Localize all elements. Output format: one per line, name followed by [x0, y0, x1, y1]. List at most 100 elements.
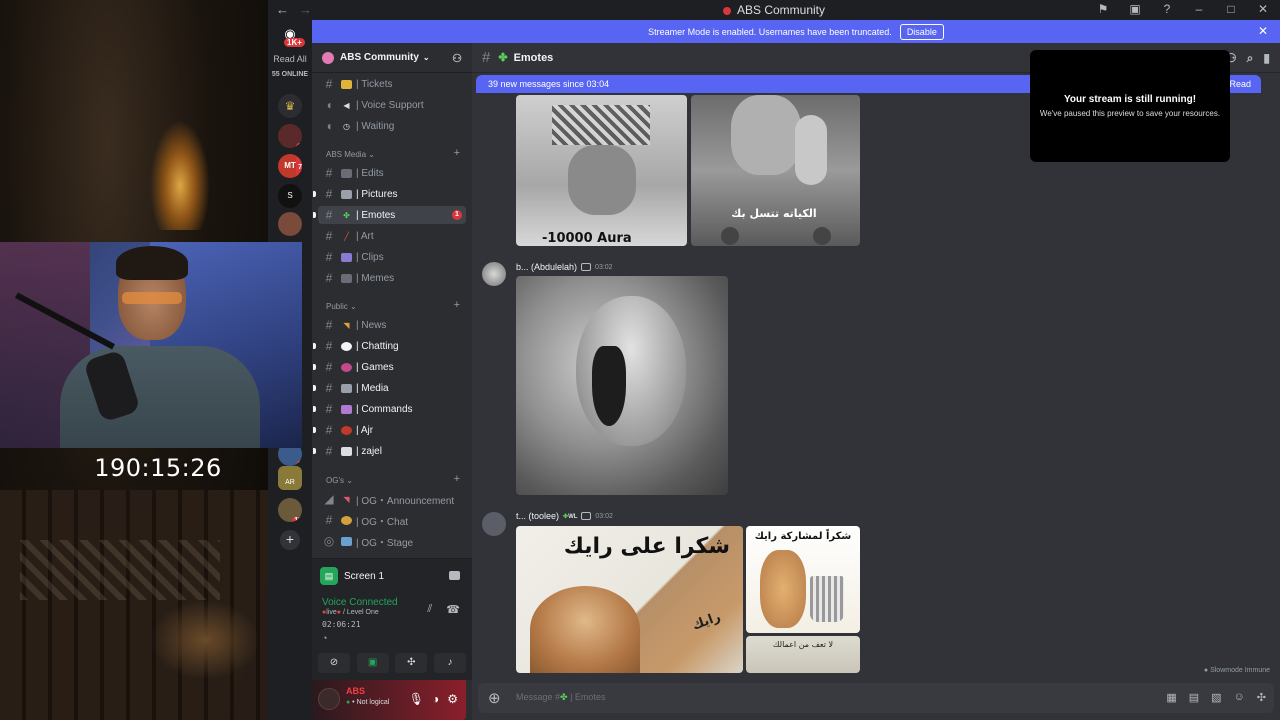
channel-art[interactable]: # ╱ | Art	[318, 227, 466, 245]
channel-news[interactable]: # ◥ | News	[318, 316, 466, 334]
participant-avatar[interactable]: ◔	[322, 633, 327, 643]
channel-media[interactable]: # | Media	[313, 379, 466, 397]
microphone-icon[interactable]: 🎙	[409, 692, 424, 706]
message-image[interactable]: شكراً لمشاركة رايك	[746, 526, 860, 633]
channel-og-stage[interactable]: ◎ | OG・Stage	[318, 532, 466, 550]
speaker-icon: ◖	[325, 119, 333, 133]
server-initials: MT	[284, 161, 296, 170]
ajr-emoji-icon	[341, 425, 352, 435]
role-icon	[581, 263, 592, 271]
avatar[interactable]	[482, 262, 506, 286]
emoji-icon[interactable]: ☺	[1234, 691, 1245, 704]
voice-channel-label[interactable]: ●live● / Level One	[322, 609, 379, 616]
avatar[interactable]	[482, 512, 506, 536]
server-icon[interactable]: S	[278, 184, 302, 208]
server-icon[interactable]: MT 7	[278, 154, 302, 178]
server-icon[interactable]: 18	[278, 498, 302, 522]
category-abs-media[interactable]: ABS Media ⌄	[326, 150, 375, 159]
voice-buttons: ⊘ ▣ ✣ ♪	[318, 653, 466, 673]
channel-chatting[interactable]: # | Chatting	[313, 337, 466, 355]
channel-commands[interactable]: # | Commands	[313, 400, 466, 418]
channel-voice-support[interactable]: ◖ ◀ | Voice Support	[318, 96, 466, 114]
add-server-icon[interactable]: +	[280, 530, 300, 550]
category-og[interactable]: OG's ⌄	[326, 476, 353, 485]
message-image[interactable]: -10000 Aura	[516, 95, 687, 246]
add-member-icon[interactable]: ⚇	[452, 52, 462, 65]
speaker-emoji-icon: ◀	[343, 100, 350, 110]
stop-screen-icon[interactable]	[449, 571, 460, 580]
screen-share-icon[interactable]: ▣	[356, 653, 389, 673]
add-channel-icon[interactable]: +	[454, 473, 460, 485]
minimize-icon[interactable]: –	[1192, 2, 1206, 16]
noise-suppression-icon[interactable]: ⫽	[427, 603, 432, 616]
channel-pictures[interactable]: # | Pictures	[313, 185, 466, 203]
image-caption: رايك	[690, 609, 723, 634]
screen-share-row[interactable]: ▤ Screen 1	[320, 567, 384, 585]
server-badge: 7	[296, 156, 302, 178]
disable-button[interactable]: Disable	[899, 23, 944, 40]
message-input-placeholder[interactable]: Message #✤ | Emotes	[516, 692, 605, 703]
trash-can-shape	[810, 576, 844, 622]
channel-waiting[interactable]: ◖ ◷ | Waiting	[318, 117, 466, 135]
channel-og-chat[interactable]: # | OG・Chat	[318, 511, 466, 529]
activities-icon[interactable]: ✣	[395, 653, 428, 673]
channel-edits[interactable]: # | Edits	[318, 164, 466, 182]
lantern-image	[150, 120, 210, 230]
stream-preview-popup[interactable]: Your stream is still running! We've paus…	[1030, 50, 1230, 162]
add-attachment-icon[interactable]: ⊕	[488, 689, 501, 707]
avatar[interactable]	[318, 688, 340, 710]
channel-clips[interactable]: # | Clips	[318, 248, 466, 266]
message-image[interactable]	[516, 276, 728, 495]
help-icon[interactable]: ?	[1160, 2, 1174, 16]
channel-sidebar: ABS Community ⌄ ⚇ # | Tickets ◖ ◀ | Voice S…	[312, 43, 472, 720]
server-icon[interactable]: 1	[278, 124, 302, 148]
unread-pip	[313, 385, 316, 391]
gift-icon[interactable]: ▦	[1166, 691, 1176, 704]
channel-tickets[interactable]: # | Tickets	[318, 75, 466, 93]
username[interactable]: ABS	[346, 686, 365, 696]
gear-icon[interactable]: ⚙	[447, 692, 458, 706]
channel-games[interactable]: # | Games	[313, 358, 466, 376]
sticker-icon[interactable]: ▧	[1211, 691, 1221, 704]
message-author[interactable]: t... (toolee)	[516, 511, 559, 521]
channel-label: | News	[356, 319, 387, 331]
read-all-button[interactable]: Read All	[268, 54, 312, 64]
disconnect-icon[interactable]: ☎	[446, 603, 460, 616]
channel-label: | Memes	[356, 272, 395, 284]
maximize-icon[interactable]: □	[1224, 2, 1238, 16]
hash-icon: #	[325, 339, 333, 353]
channel-og-announcement[interactable]: ◢ ◥ | OG・Announcement	[318, 490, 466, 508]
screen-share-icon[interactable]: ▣	[1128, 2, 1142, 16]
close-icon[interactable]: ✕	[1258, 24, 1268, 38]
server-icon[interactable]	[278, 212, 302, 236]
hash-icon: #	[482, 49, 491, 66]
guild-header[interactable]: ABS Community ⌄ ⚇	[312, 43, 472, 73]
bookmark-icon[interactable]: ▮	[1263, 51, 1270, 66]
message-author[interactable]: b... (Abdulelah)	[516, 262, 577, 272]
message-image[interactable]: الكياته تتسل بك	[691, 95, 860, 246]
channel-label: | OG・Chat	[356, 516, 409, 528]
channel-emotes[interactable]: # ✤ | Emotes 1	[313, 206, 466, 224]
close-icon[interactable]: ✕	[1256, 2, 1270, 16]
channel-zajel[interactable]: # | zajel	[313, 442, 466, 460]
channel-label: | Clips	[356, 251, 384, 263]
apps-icon[interactable]: ✣	[1257, 691, 1266, 704]
message-composer[interactable]: ⊕ Message #✤ | Emotes ▦ ▤ ▧ ☺ ✣	[478, 683, 1274, 713]
soundboard-icon[interactable]: ♪	[433, 653, 466, 673]
headphones-icon[interactable]: ◑	[432, 692, 439, 706]
add-channel-icon[interactable]: +	[454, 147, 460, 159]
streamer-glasses	[122, 292, 182, 304]
message-image[interactable]: لا تعف من اعمالك	[746, 636, 860, 673]
add-channel-icon[interactable]: +	[454, 299, 460, 311]
gif-icon[interactable]: ▤	[1189, 691, 1199, 704]
channel-ajr[interactable]: # | Ajr	[313, 421, 466, 439]
message-image[interactable]: شكرا على رايك رايك	[516, 526, 743, 673]
flag-icon[interactable]: ⚑	[1096, 2, 1110, 16]
voice-connected-label[interactable]: Voice Connected	[322, 597, 398, 608]
camera-off-icon[interactable]: ⊘	[318, 653, 350, 673]
hash-icon: #	[325, 208, 333, 222]
channel-memes[interactable]: # | Memes	[318, 269, 466, 287]
search-icon[interactable]: ⌕	[1247, 51, 1254, 66]
server-icon[interactable]: ♛	[278, 94, 302, 118]
category-public[interactable]: Public ⌄	[326, 302, 357, 311]
